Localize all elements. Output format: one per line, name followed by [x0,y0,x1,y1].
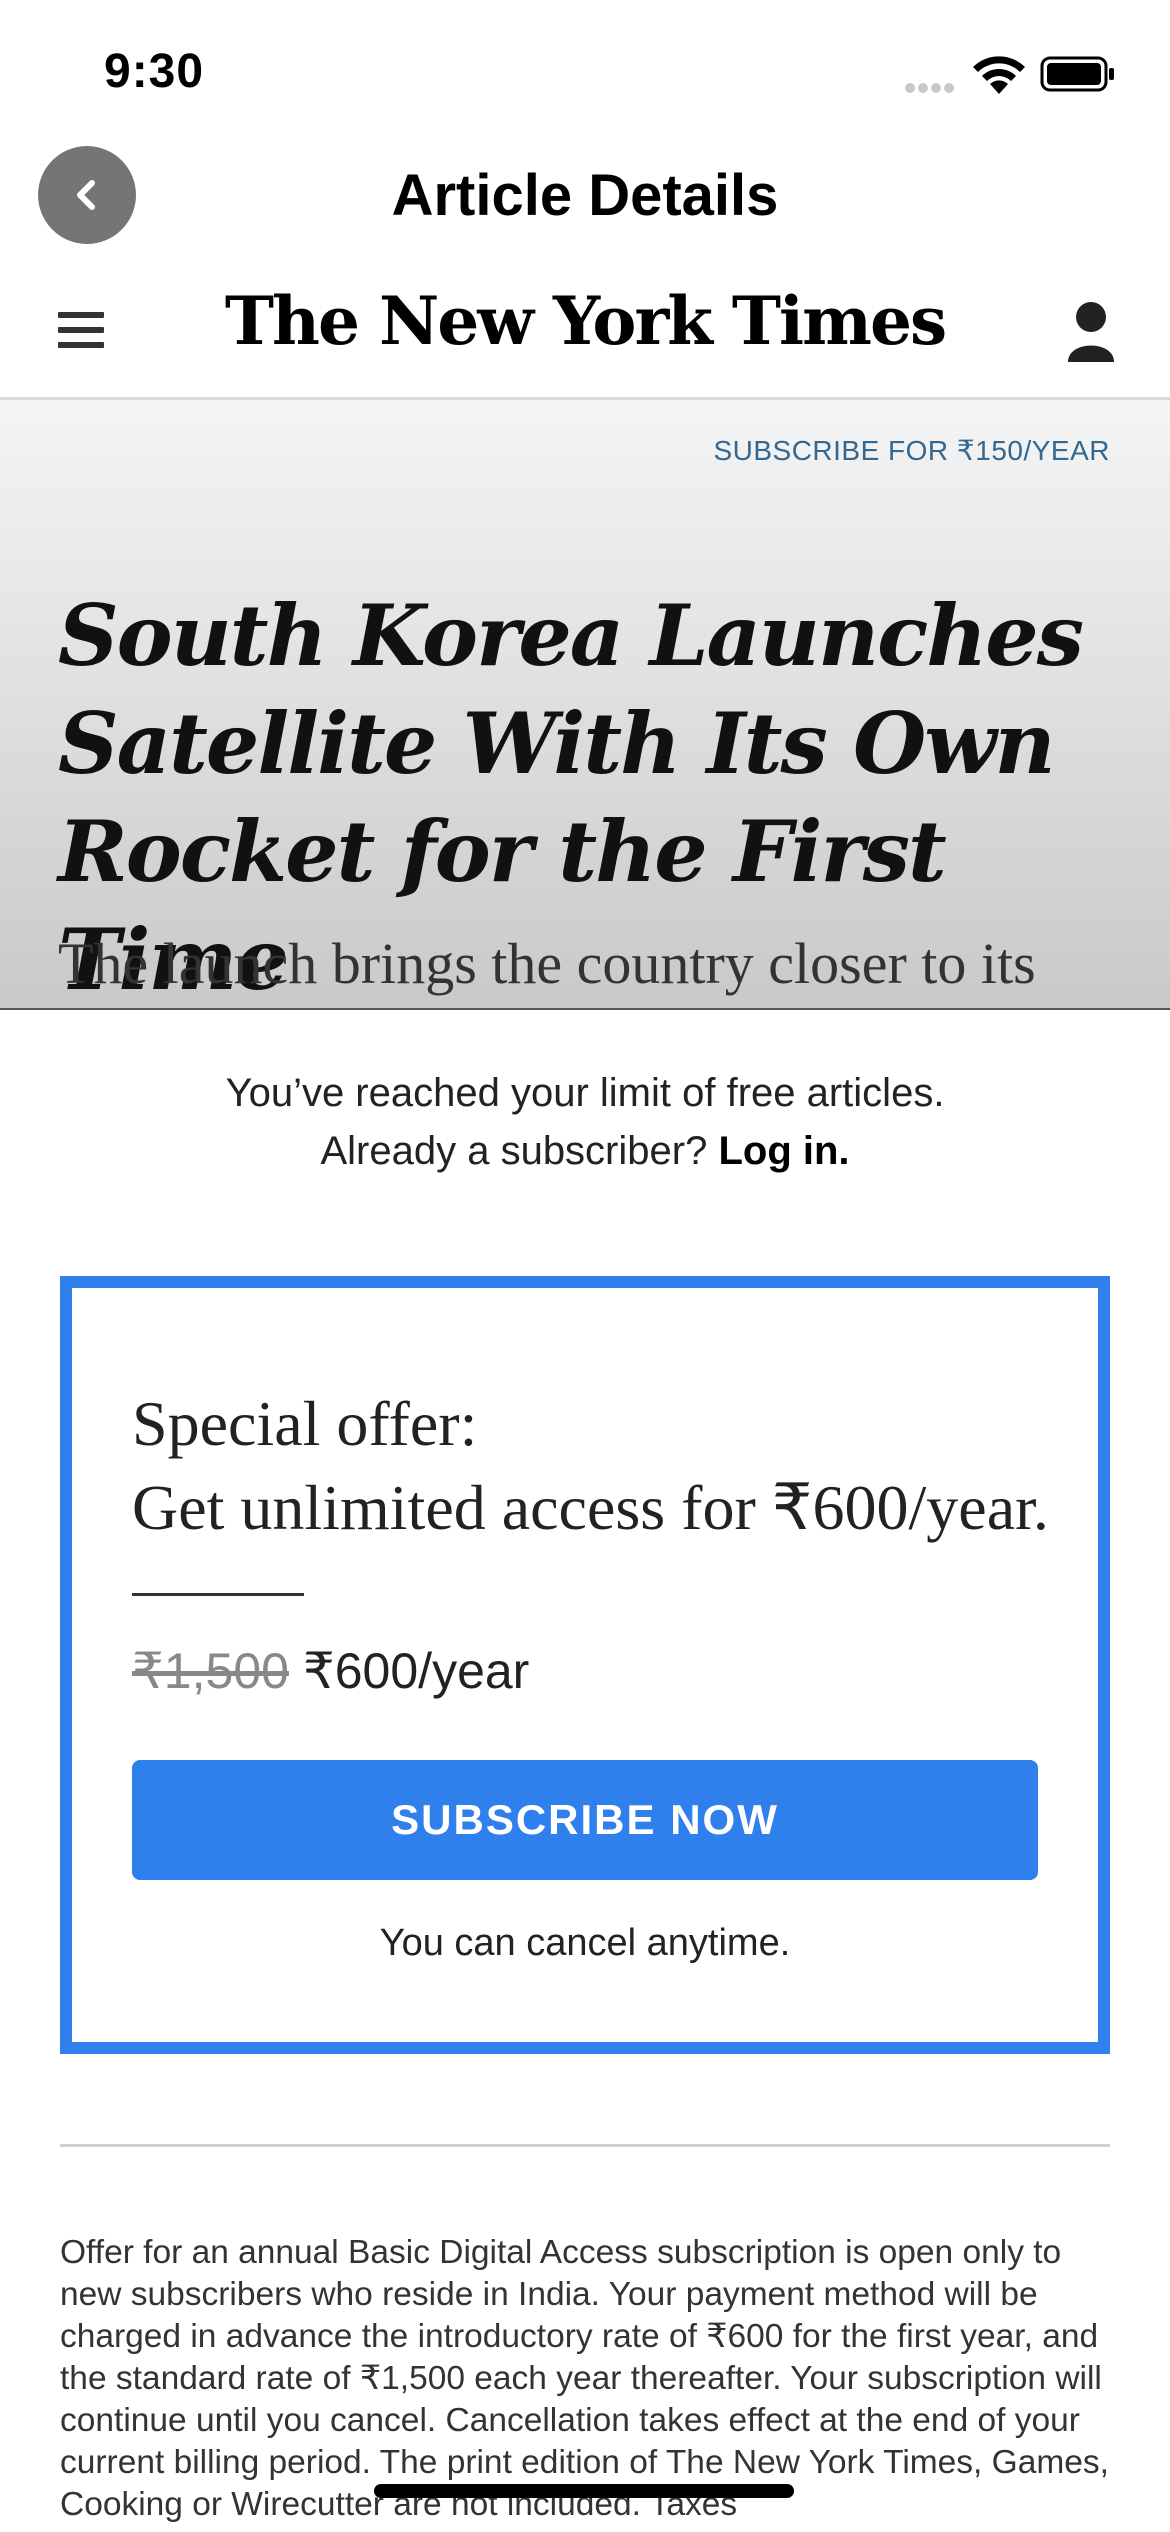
subscribe-link[interactable]: SUBSCRIBE FOR ₹150/YEAR [713,434,1110,467]
special-offer-card: Special offer: Get unlimited access for … [60,1276,1110,2054]
cellular-signal-icon [905,80,961,93]
nyt-masthead-logo: The New York Times [224,282,947,360]
login-link[interactable]: Log in. [718,1129,849,1173]
offer-title: Special offer: Get unlimited access for … [132,1382,1072,1550]
person-icon[interactable] [1066,300,1116,364]
nyt-header: The New York Times [0,260,1170,400]
offer-title-line1: Special offer: [132,1388,478,1459]
article-summary: The launch brings the country closer to … [58,931,1036,996]
nav-header: Article Details [0,140,1170,250]
status-bar: 9:30 [0,0,1170,140]
article-hero: SUBSCRIBE FOR ₹150/YEAR South Korea Laun… [0,400,1170,1010]
cancel-note: You can cancel anytime. [379,1922,791,1964]
subscriber-prompt: Already a subscriber? [320,1129,708,1173]
offer-title-line2: Get unlimited access for ₹600/year. [132,1472,1049,1543]
subscriber-prompt-row: Already a subscriber? Log in. [0,1122,1170,1180]
footer-divider [60,2144,1110,2147]
battery-icon [1040,56,1114,92]
home-indicator[interactable] [374,2484,794,2498]
offer-divider [132,1593,304,1596]
paywall-message: You’ve reached your limit of free articl… [0,1064,1170,1180]
page-title: Article Details [391,163,779,228]
status-time: 9:30 [104,45,205,98]
wifi-icon [973,56,1025,94]
subscribe-now-button[interactable]: SUBSCRIBE NOW [132,1760,1038,1880]
old-price: ₹1,500 [132,1643,289,1699]
limit-message: You’ve reached your limit of free articl… [225,1071,945,1115]
price-row: ₹1,500 ₹600/year [132,1642,529,1700]
offer-fine-print: Offer for an annual Basic Digital Access… [60,2234,1109,2523]
new-price: ₹600/year [302,1643,530,1699]
